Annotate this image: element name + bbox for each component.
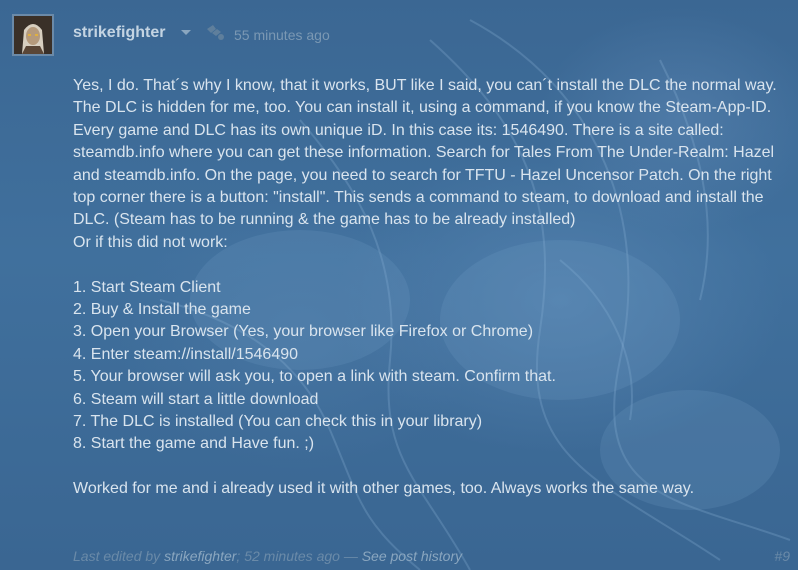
steps-list: 1. Start Steam Client 2. Buy & Install t…	[73, 277, 791, 456]
chevron-down-icon[interactable]	[181, 30, 191, 35]
post-paragraph: Yes, I do. That´s why I know, that it wo…	[73, 77, 777, 229]
edited-note: Last edited by strikefighter; 52 minutes…	[73, 548, 462, 564]
list-item: 5. Your browser will ask you, to open a …	[73, 368, 556, 386]
list-item: 3. Open your Browser (Yes, your browser …	[73, 323, 534, 341]
edited-prefix: Last edited by	[73, 548, 161, 564]
avatar-portrait-icon	[14, 16, 52, 54]
list-item: 4. Enter steam://install/1546490	[73, 345, 299, 363]
post-closing: Worked for me and i already used it with…	[73, 480, 695, 498]
forum-post: strikefighter 55 minutes ago Yes, I do. …	[0, 0, 798, 570]
edited-separator: —	[343, 548, 358, 564]
post-history-link[interactable]: See post history	[362, 548, 462, 564]
list-item: 1. Start Steam Client	[73, 278, 221, 296]
edited-by-name[interactable]: strikefighter	[164, 548, 236, 564]
edited-time: ; 52 minutes ago	[236, 548, 340, 564]
avatar[interactable]	[12, 14, 54, 56]
post-number[interactable]: #9	[774, 548, 790, 564]
list-item: 6. Steam will start a little download	[73, 390, 319, 408]
post-timestamp: 55 minutes ago	[234, 27, 330, 43]
post-paragraph: Or if this did not work:	[73, 233, 228, 251]
list-item: 2. Buy & Install the game	[73, 301, 251, 319]
post-body: Yes, I do. That´s why I know, that it wo…	[73, 75, 791, 501]
list-item: 8. Start the game and Have fun. ;)	[73, 435, 315, 453]
award-icon[interactable]	[204, 23, 226, 41]
list-item: 7. The DLC is installed (You can check t…	[73, 413, 483, 431]
author-name[interactable]: strikefighter	[73, 24, 165, 42]
